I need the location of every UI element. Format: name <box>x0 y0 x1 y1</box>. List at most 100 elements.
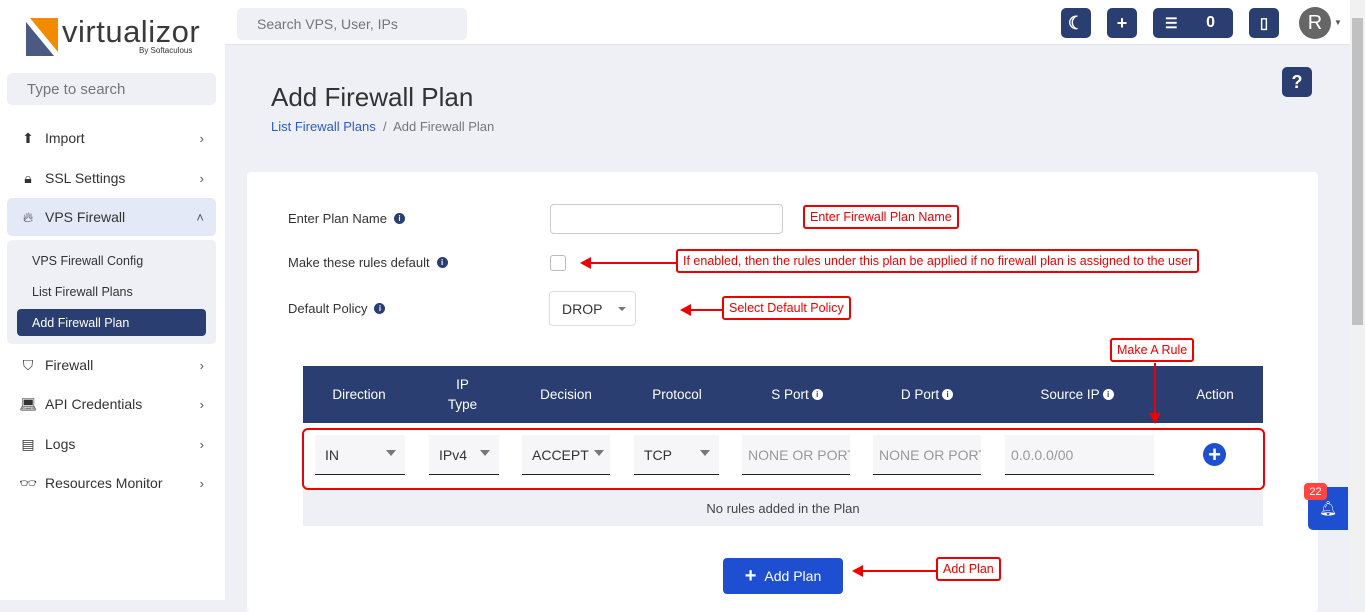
tasks-icon: ☰ <box>1165 14 1178 31</box>
sidebar-item-label: Logs <box>45 436 76 452</box>
header-text: Source IP <box>1040 386 1100 402</box>
policy-value: DROP <box>562 301 603 317</box>
sidebar-item-resources-monitor[interactable]: 👓︎ Resources Monitor › <box>7 464 216 502</box>
label-text: Make these rules default <box>288 255 430 270</box>
global-search-input[interactable] <box>237 8 467 40</box>
annotation-arrow <box>690 309 722 311</box>
arrow-head-icon <box>680 304 691 316</box>
annotation-arrow <box>590 262 676 264</box>
default-rules-label: Make these rules default i <box>288 255 448 270</box>
header-text: S Port <box>771 386 809 402</box>
header-action: Action <box>1196 386 1234 402</box>
default-rules-checkbox[interactable] <box>550 255 566 271</box>
glasses-icon: 👓︎ <box>19 474 37 491</box>
help-button[interactable]: ? <box>1282 67 1312 97</box>
info-icon[interactable]: i <box>811 389 823 400</box>
docs-button[interactable]: ▯ <box>1249 8 1279 38</box>
sidebar-item-api-credentials[interactable]: 💻︎ API Credentials › <box>7 385 216 423</box>
button-label: Add Plan <box>764 568 822 584</box>
header-decision: Decision <box>540 386 592 402</box>
breadcrumb-current: Add Firewall Plan <box>393 119 495 134</box>
upload-icon: ⬆ <box>22 129 34 146</box>
annotation-arrow <box>1154 363 1156 415</box>
chevron-up-icon: ˄ <box>196 209 204 225</box>
sidebar-item-label: API Credentials <box>45 396 143 412</box>
sidebar-item-logs[interactable]: ▤ Logs › <box>7 425 216 463</box>
submenu-list-firewall-plans[interactable]: List Firewall Plans <box>17 278 206 305</box>
scrollbar[interactable] <box>1350 0 1365 600</box>
sidebar-item-label: Firewall <box>45 357 94 373</box>
tasks-button[interactable]: ☰ 0 <box>1153 8 1233 38</box>
sidebar-item-ssl-settings[interactable]: 🔒︎ SSL Settings › <box>7 159 216 197</box>
plus-icon: + <box>744 564 757 587</box>
page-title: Add Firewall Plan <box>271 82 474 112</box>
plus-icon: + <box>1116 12 1128 33</box>
book-icon: ▯ <box>1259 15 1269 32</box>
sidebar-item-label: Import <box>45 130 85 146</box>
default-policy-label: Default Policy i <box>288 301 386 316</box>
moon-icon: ☾ <box>1067 12 1085 33</box>
help-icon: ? <box>1291 71 1303 92</box>
sidebar-item-label: SSL Settings <box>45 170 126 186</box>
header-ip-type: IP Type <box>447 376 478 412</box>
submenu-vps-firewall-config[interactable]: VPS Firewall Config <box>17 247 206 274</box>
rules-table-header: Direction IP Type Decision Protocol S Po… <box>303 366 1263 423</box>
chevron-right-icon: › <box>199 396 204 412</box>
file-icon: ▤ <box>21 435 35 452</box>
breadcrumb-link[interactable]: List Firewall Plans <box>271 119 376 134</box>
rule-highlight-box <box>302 428 1265 490</box>
sidebar-item-label: VPS Firewall <box>45 209 126 225</box>
logo-icon <box>26 18 58 56</box>
sidebar: virtualizor By Softaculous ⬆ Import › 🔒︎ SS… <box>0 0 225 600</box>
arrow-head-icon <box>580 257 591 269</box>
sidebar-item-label: Resources Monitor <box>45 475 163 491</box>
chevron-right-icon: › <box>199 357 204 373</box>
chevron-down-icon <box>618 307 626 311</box>
empty-rules-message: No rules added in the Plan <box>303 490 1263 526</box>
dark-mode-button[interactable]: ☾ <box>1061 8 1091 38</box>
tasks-count: 0 <box>1206 14 1215 31</box>
info-icon[interactable]: i <box>436 257 448 268</box>
chevron-right-icon: › <box>199 130 204 146</box>
label-text: Default Policy <box>288 301 368 316</box>
logo-text: virtualizor <box>62 14 201 49</box>
annotation-rule: Make A Rule <box>1110 338 1195 362</box>
header-text: D Port <box>900 386 940 402</box>
caret-down-icon[interactable]: ▼ <box>1334 18 1342 27</box>
lock-icon: 🔒︎ <box>24 169 32 186</box>
sidebar-item-import[interactable]: ⬆ Import › <box>7 119 216 157</box>
arrow-head-icon <box>852 565 863 577</box>
info-icon[interactable]: i <box>1102 389 1114 400</box>
header-direction: Direction <box>332 386 386 402</box>
breadcrumb: List Firewall Plans / Add Firewall Plan <box>271 119 495 134</box>
header-protocol: Protocol <box>652 386 702 402</box>
sidebar-search-input[interactable] <box>7 73 216 105</box>
arrow-head-icon <box>1149 413 1161 424</box>
info-icon[interactable]: i <box>374 303 386 314</box>
chevron-right-icon: › <box>199 436 204 452</box>
plan-name-input[interactable] <box>550 204 783 234</box>
bell-icon: 🔔︎ <box>1319 500 1337 516</box>
submenu-add-firewall-plan[interactable]: Add Firewall Plan <box>17 309 206 336</box>
sidebar-item-firewall[interactable]: ⛉ Firewall › <box>7 346 216 384</box>
header-sport: S Port i <box>732 366 862 423</box>
user-avatar[interactable]: R <box>1299 7 1331 39</box>
default-policy-select[interactable]: DROP <box>549 291 636 326</box>
annotation-default: If enabled, then the rules under this pl… <box>676 249 1200 273</box>
annotation-policy: Select Default Policy <box>722 296 851 320</box>
sidebar-item-vps-firewall[interactable]: 🔥︎ VPS Firewall ˄ <box>7 198 216 236</box>
create-button[interactable]: + <box>1107 8 1137 38</box>
annotation-arrow <box>862 570 936 572</box>
chevron-right-icon: › <box>199 170 204 186</box>
chevron-right-icon: › <box>199 475 204 491</box>
header-dport: D Port i <box>862 366 992 423</box>
header-source-ip: Source IP i <box>992 366 1162 423</box>
info-icon[interactable]: i <box>394 213 405 224</box>
add-plan-button[interactable]: + Add Plan <box>723 558 843 594</box>
laptop-code-icon: 💻︎ <box>19 395 37 412</box>
annotation-add-plan: Add Plan <box>936 557 1001 581</box>
label-text: Enter Plan Name <box>288 211 387 226</box>
shield-icon: ⛉ <box>22 356 34 373</box>
logo-tagline: By Softaculous <box>139 46 193 55</box>
info-icon[interactable]: i <box>942 389 954 400</box>
